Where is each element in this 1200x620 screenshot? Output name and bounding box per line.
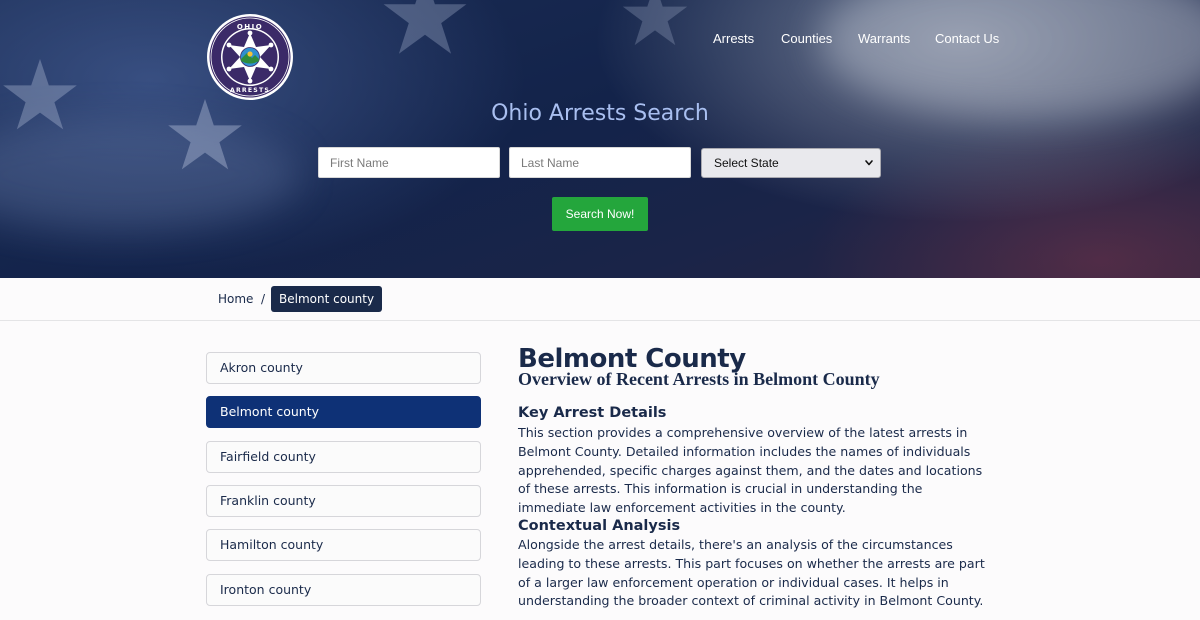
- main-nav: Arrests Counties Warrants Contact Us: [0, 31, 1200, 47]
- sidebar-item-hamilton-county[interactable]: Hamilton county: [206, 529, 481, 561]
- sidebar-item-akron-county[interactable]: Akron county: [206, 352, 481, 384]
- state-select-value: Select State: [714, 156, 779, 170]
- sidebar-item-franklin-county[interactable]: Franklin county: [206, 485, 481, 517]
- breadcrumb-home-link[interactable]: Home: [218, 292, 253, 306]
- hero-title: Ohio Arrests Search: [491, 101, 709, 126]
- section-body-key-arrest-details: This section provides a comprehensive ov…: [518, 425, 983, 516]
- state-select[interactable]: Select State: [701, 148, 881, 178]
- section-body-contextual-analysis: Alongside the arrest details, there's an…: [518, 537, 985, 609]
- first-name-input[interactable]: [318, 147, 500, 178]
- sidebar-item-ironton-county[interactable]: Ironton county: [206, 574, 481, 606]
- breadcrumb-separator: /: [261, 292, 266, 306]
- search-now-button[interactable]: Search Now!: [552, 197, 648, 231]
- logo-bottom-text: ARRESTS: [230, 87, 270, 94]
- flag-star-decoration: [380, 0, 470, 60]
- nav-link-arrests[interactable]: Arrests: [713, 31, 754, 47]
- sheriff-star-badge-icon: OHIO ARRESTS: [207, 14, 293, 100]
- site-logo[interactable]: OHIO ARRESTS: [206, 13, 294, 101]
- page-subtitle: Overview of Recent Arrests in Belmont Co…: [518, 369, 880, 389]
- chevron-down-icon: [865, 160, 873, 166]
- section-heading-key-arrest-details: Key Arrest Details: [518, 405, 667, 421]
- breadcrumb: Home / Belmont county: [0, 278, 1200, 321]
- last-name-input[interactable]: [509, 147, 691, 178]
- section-heading-contextual-analysis: Contextual Analysis: [518, 518, 681, 534]
- nav-link-contact-us[interactable]: Contact Us: [935, 31, 999, 47]
- nav-link-warrants[interactable]: Warrants: [858, 31, 910, 47]
- logo-top-text: OHIO: [237, 23, 263, 31]
- breadcrumb-current: Belmont county: [271, 286, 383, 312]
- hero-banner: OHIO ARRESTS Arrests Counties Warrants C…: [0, 0, 1200, 278]
- nav-link-counties[interactable]: Counties: [781, 31, 832, 47]
- flag-stripe-decoration: [0, 120, 300, 230]
- sidebar-item-belmont-county[interactable]: Belmont county: [206, 396, 481, 428]
- sidebar-item-fairfield-county[interactable]: Fairfield county: [206, 441, 481, 473]
